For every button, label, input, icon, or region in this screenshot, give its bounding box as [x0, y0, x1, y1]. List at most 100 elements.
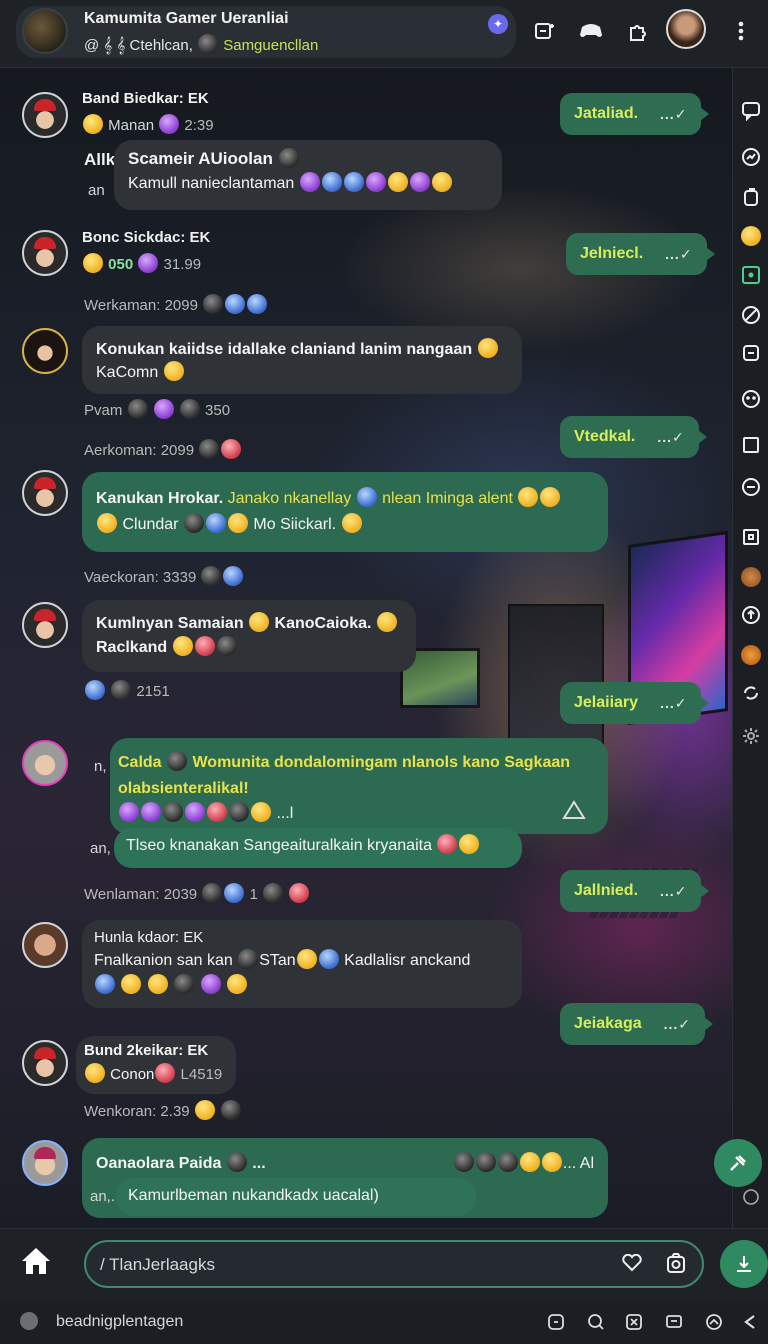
- user-avatar[interactable]: [666, 9, 706, 49]
- message-prefix: an,: [90, 840, 111, 857]
- no-entry-icon[interactable]: [740, 304, 762, 326]
- add-chat-icon[interactable]: [528, 14, 562, 48]
- message-text: Kumlnyan Samaian KanoCaioka.: [96, 612, 402, 636]
- clock-icon[interactable]: [740, 476, 762, 498]
- message-bubble[interactable]: Hunla kdaor: EK Fnalkanion san kan STan …: [82, 920, 522, 1008]
- upload-icon[interactable]: [740, 604, 762, 626]
- copy-icon[interactable]: [546, 1312, 566, 1332]
- avatar[interactable]: [22, 602, 68, 648]
- sparkle-icon[interactable]: ✦: [488, 14, 508, 34]
- message-meta: Conon L4519: [84, 1062, 228, 1087]
- avatar[interactable]: [22, 922, 68, 968]
- message-bubble[interactable]: Konukan kaiidse idallake claniand lanim …: [82, 326, 522, 394]
- smile-icon[interactable]: [740, 388, 762, 410]
- read-receipt-icon: ...✓: [663, 1015, 692, 1032]
- reactions-row[interactable]: Werkaman: 2099: [84, 294, 268, 314]
- message-bubble[interactable]: Calda Womunita dondalomingam nlanols kan…: [110, 738, 608, 834]
- read-receipt-icon: ...✓: [660, 105, 688, 122]
- sender-name[interactable]: Band Biedkar: EK: [82, 90, 209, 107]
- message-bubble[interactable]: Bund 2keikar: EK Conon L4519: [76, 1036, 236, 1094]
- warning-icon[interactable]: [562, 800, 586, 825]
- message-meta: 050 31.99: [82, 253, 201, 273]
- outgoing-message[interactable]: Vtedkal. ...✓: [560, 416, 707, 458]
- puzzle-icon[interactable]: [620, 14, 654, 48]
- grid-icon[interactable]: [624, 1312, 644, 1332]
- message-subtext: Raclkand: [96, 636, 402, 660]
- avatar[interactable]: [22, 230, 68, 276]
- emoji-row: ...l: [118, 801, 600, 827]
- at-icon: @: [84, 37, 100, 54]
- group-title: Kamumita Gamer Ueranliai: [84, 10, 289, 27]
- message-text: Konukan kaiidse idallake claniand lanim …: [96, 338, 508, 361]
- message-text: Oanaolara Paida ... ... Al: [96, 1152, 594, 1176]
- copy-icon[interactable]: [740, 186, 762, 208]
- message-text: Calda Womunita dondalomingam nlanols kan…: [118, 750, 600, 801]
- reactions-row[interactable]: Aerkoman: 2099: [84, 439, 242, 459]
- quoted-reply[interactable]: Kamurlbeman nukandkadx uacalal): [116, 1178, 476, 1216]
- quoted-reply[interactable]: Tlseo knanakan Sangeaituralkain kryanait…: [114, 828, 522, 868]
- send-button[interactable]: [720, 1240, 768, 1288]
- guitar-icon: 𝄞: [103, 37, 113, 54]
- reactions-row[interactable]: Wenlaman: 2039 1: [84, 883, 310, 903]
- message-bubble[interactable]: Kumlnyan Samaian KanoCaioka. Raclkand: [82, 600, 416, 672]
- message-prefix: n,: [94, 758, 107, 775]
- chat-bubble-icon[interactable]: [740, 100, 762, 122]
- message-bubble[interactable]: Kanukan Hrokar. Janako nkanellay nlean I…: [82, 472, 608, 552]
- message-meta: Manan 2:39: [82, 114, 214, 134]
- message-composer: [84, 1240, 704, 1288]
- quote-prefix: an: [88, 182, 105, 199]
- avatar[interactable]: [22, 328, 68, 374]
- message-bubble[interactable]: Scameir AUioolan Kamull nanieclantaman: [114, 140, 502, 210]
- sync-icon[interactable]: [740, 682, 762, 704]
- avatar[interactable]: [22, 92, 68, 138]
- guitar-icon: 𝄞: [116, 37, 126, 54]
- square-icon[interactable]: [740, 434, 762, 456]
- group-subtitle: @ 𝄞 𝄞 Ctehlcan, Samguencllan: [84, 34, 318, 54]
- avatar[interactable]: [22, 1040, 68, 1086]
- outgoing-message[interactable]: Jataliad. ...✓: [560, 93, 710, 135]
- sender-name: Hunla kdaor: EK: [94, 929, 204, 946]
- heart-icon[interactable]: [622, 1253, 642, 1277]
- frame-icon[interactable]: [740, 526, 762, 548]
- stats-icon[interactable]: [740, 146, 762, 168]
- message-subtext: Clundar Mo Siickarl.: [96, 512, 594, 538]
- back-icon[interactable]: [740, 1312, 760, 1332]
- group-avatar[interactable]: [22, 8, 68, 54]
- gear-icon[interactable]: [740, 725, 762, 747]
- quote-title: Scameir AUioolan: [128, 146, 488, 172]
- message-subtext: KaComn: [96, 361, 508, 384]
- screen-icon[interactable]: [740, 264, 762, 286]
- message-text: Kanukan Hrokar. Janako nkanellay nlean I…: [96, 486, 594, 512]
- message-meta: 2151: [84, 680, 170, 700]
- pin-fab-button[interactable]: [714, 1139, 762, 1187]
- camera-icon[interactable]: [666, 1252, 686, 1279]
- avatar[interactable]: [22, 740, 68, 786]
- document-icon[interactable]: [740, 342, 762, 364]
- message-input[interactable]: [100, 1252, 600, 1278]
- avatar[interactable]: [22, 470, 68, 516]
- outgoing-message[interactable]: Jelniecl. ...✓: [566, 233, 715, 275]
- search-icon[interactable]: [586, 1312, 606, 1332]
- controller-icon[interactable]: [574, 14, 608, 48]
- sender-name[interactable]: Bonc Sickdac: EK: [82, 229, 210, 246]
- reactions-row[interactable]: Wenkoran: 2.39: [84, 1100, 242, 1120]
- sender-name: Bund 2keikar: EK: [84, 1042, 209, 1059]
- message-prefix: an,.: [90, 1188, 116, 1205]
- outgoing-message[interactable]: Jeiakaga ...✓: [560, 1003, 714, 1045]
- info-icon[interactable]: [740, 1186, 762, 1208]
- orange-badge-icon[interactable]: [740, 644, 762, 666]
- avatar-emoji-icon[interactable]: [740, 566, 762, 588]
- home-icon[interactable]: [20, 1246, 54, 1280]
- up-icon[interactable]: [704, 1312, 724, 1332]
- status-icon: [20, 1312, 38, 1330]
- outgoing-message[interactable]: Jelaiiary ...✓: [560, 682, 710, 724]
- reactions-row[interactable]: Vaeckoran: 3339: [84, 566, 244, 586]
- more-options-icon[interactable]: [724, 14, 758, 48]
- chat-icon[interactable]: [664, 1312, 684, 1332]
- quote-text: Kamull nanieclantaman: [128, 172, 488, 197]
- quote-prefix: Allk: [84, 150, 116, 169]
- user-emoji-icon[interactable]: [740, 225, 762, 247]
- outgoing-message[interactable]: Jallnied. ...✓: [560, 870, 710, 912]
- emoji: [83, 114, 103, 134]
- avatar[interactable]: [22, 1140, 68, 1186]
